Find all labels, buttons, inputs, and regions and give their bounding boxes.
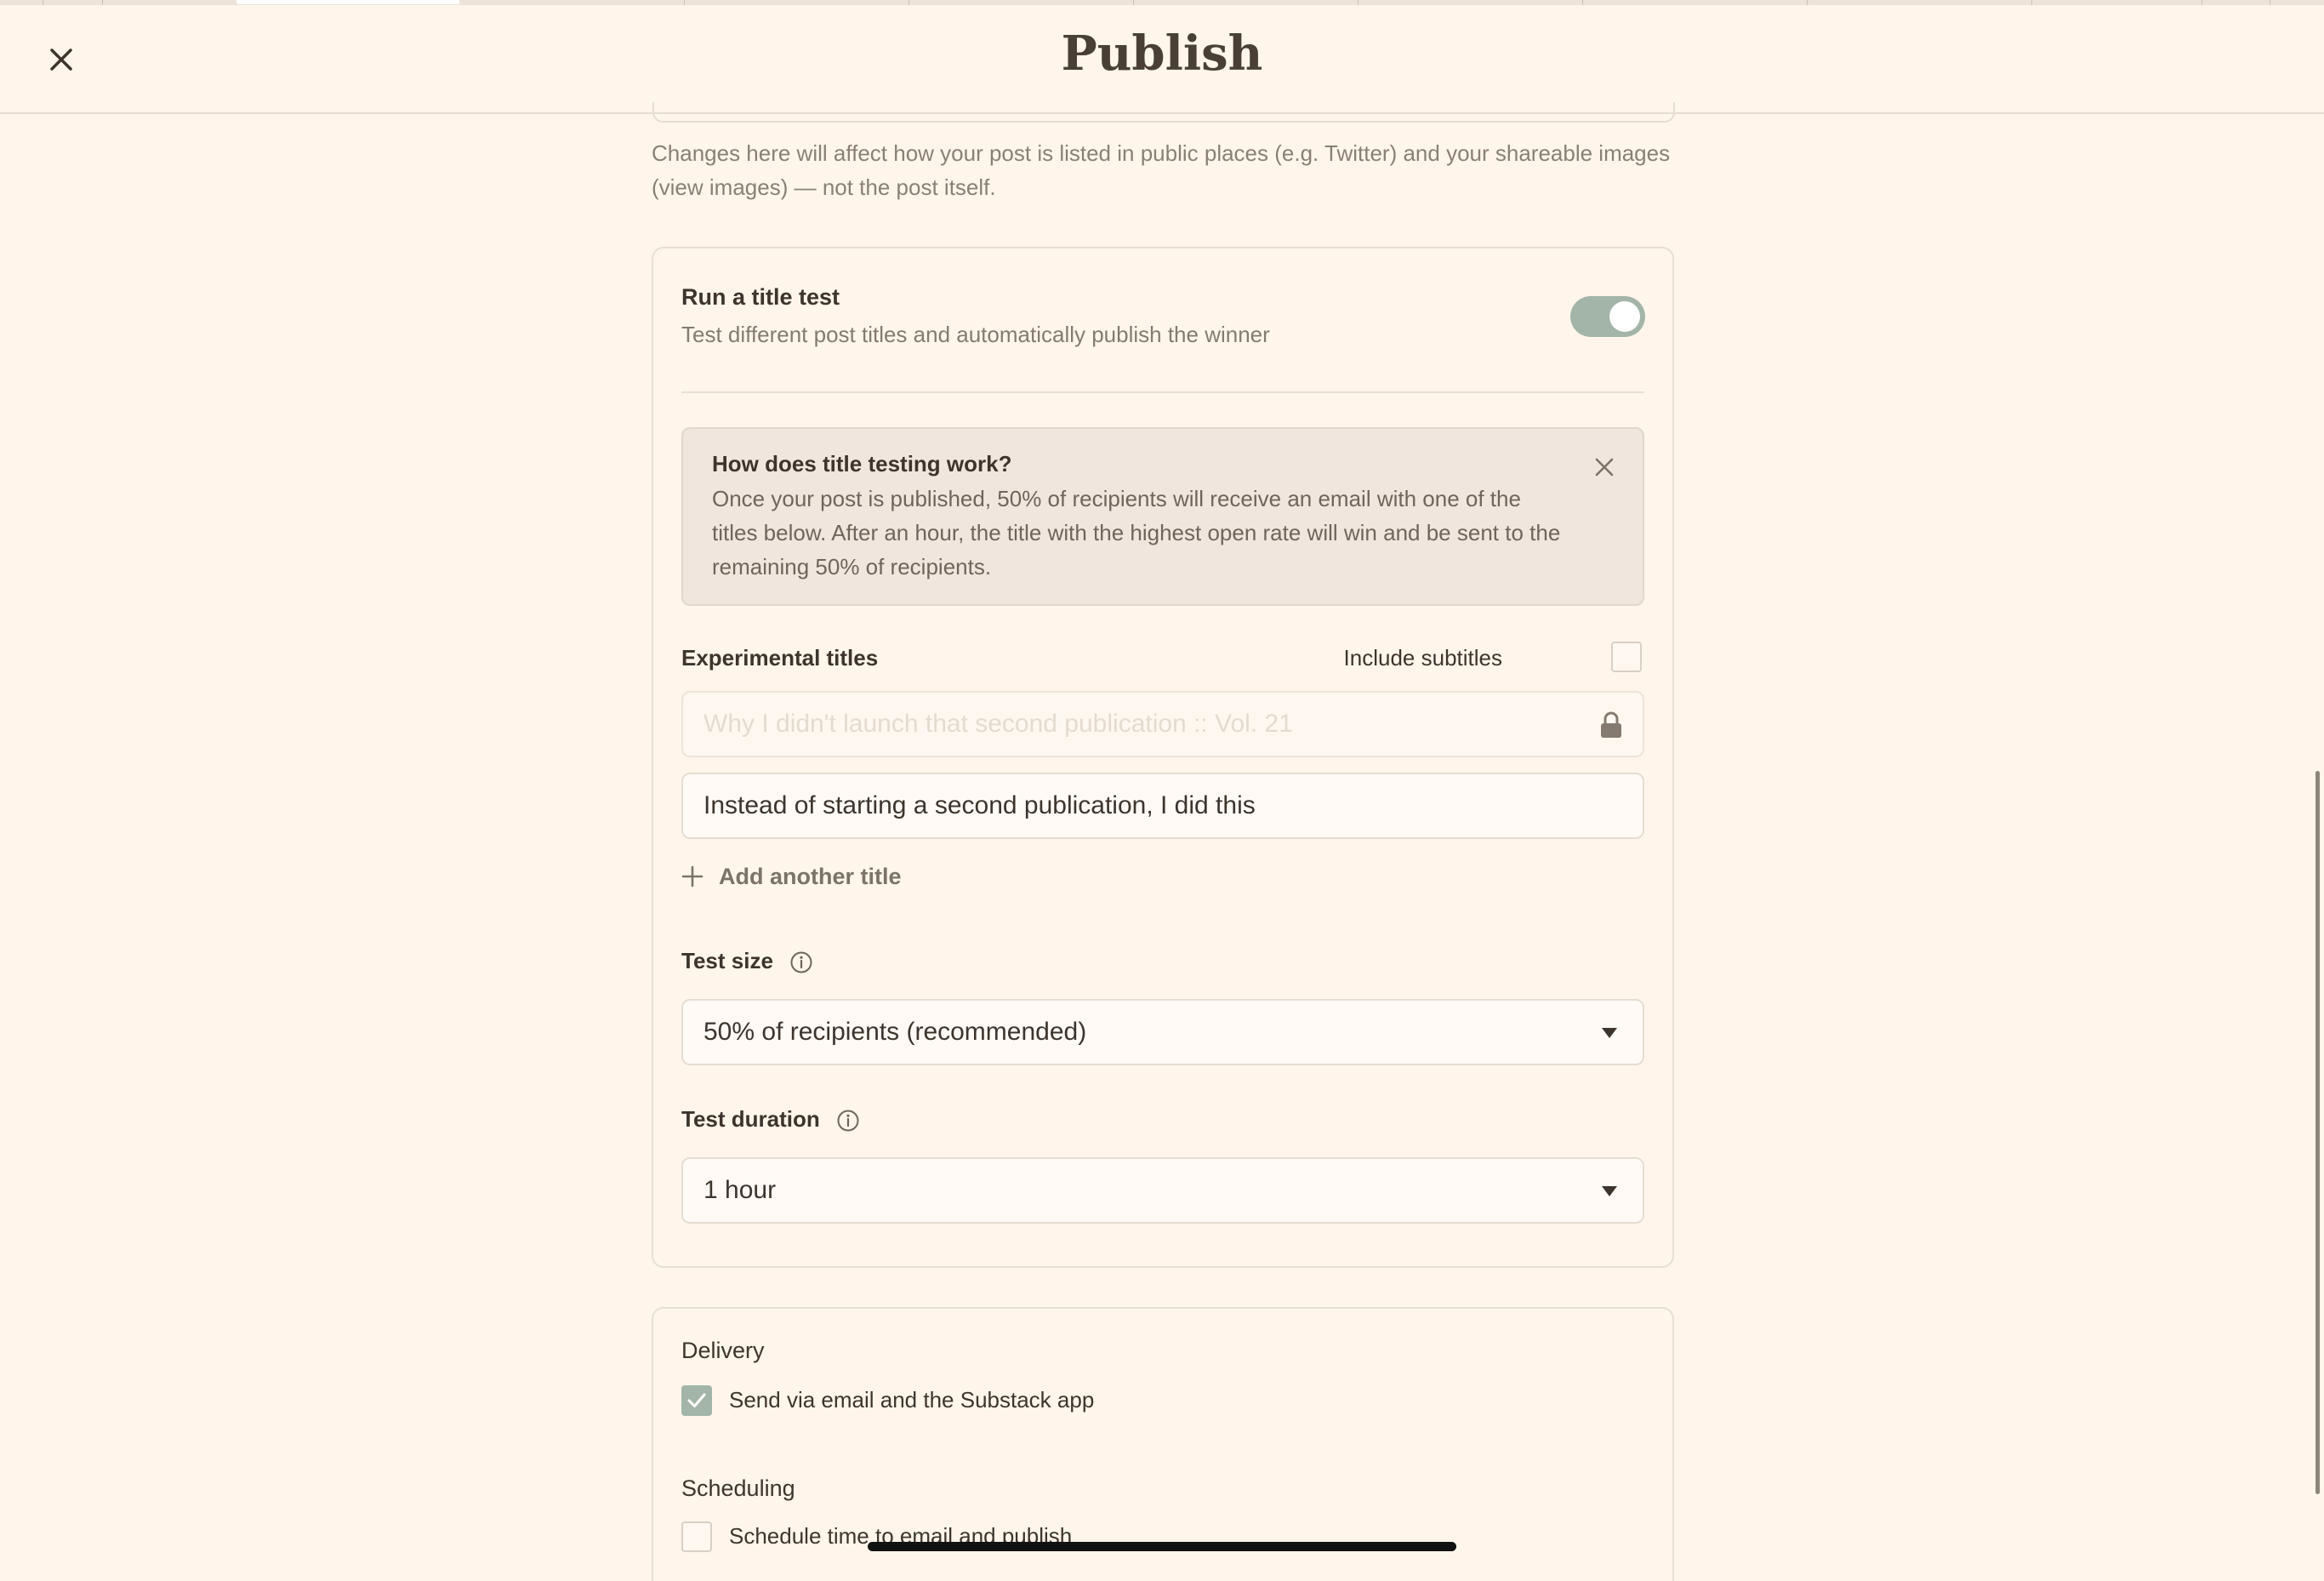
tab-active[interactable] [236, 0, 459, 4]
info-box-close-button[interactable] [1590, 453, 1619, 482]
include-subtitles-label: Include subtitles [1344, 645, 1502, 671]
send-email-label: Send via email and the Substack app [729, 1387, 1095, 1413]
add-another-title-label: Add another title [719, 863, 902, 889]
plus-icon [681, 865, 703, 888]
info-icon[interactable] [789, 950, 813, 974]
chevron-down-icon [1602, 1028, 1617, 1038]
test-duration-label-row: Test duration [681, 1106, 860, 1133]
info-icon[interactable] [836, 1109, 860, 1133]
experimental-title-input[interactable]: Instead of starting a second publication… [681, 773, 1644, 839]
title-test-toggle[interactable] [1570, 296, 1645, 337]
test-size-select[interactable]: 50% of recipients (recommended) [681, 999, 1644, 1065]
checkmark-icon [687, 1393, 706, 1407]
schedule-checkbox[interactable] [681, 1521, 712, 1552]
test-duration-label: Test duration [681, 1106, 820, 1132]
listing-note: Changes here will affect how your post i… [652, 140, 1671, 200]
test-size-label-row: Test size [681, 948, 813, 974]
experimental-titles-label: Experimental titles [681, 645, 879, 671]
lock-icon [1601, 711, 1621, 738]
info-box-body: Once your post is published, 50% of reci… [712, 486, 1561, 579]
publish-header: Publish [0, 5, 2324, 114]
info-box-title: How does title testing work? [712, 451, 1012, 477]
locked-title-input: Why I didn't launch that second publicat… [681, 691, 1644, 757]
scrollbar[interactable] [2315, 771, 2320, 1494]
locked-title-text: Why I didn't launch that second publicat… [703, 710, 1293, 738]
experimental-title-text: Instead of starting a second publication… [703, 791, 1256, 819]
delivery-heading: Delivery [681, 1338, 765, 1363]
send-email-checkbox[interactable] [681, 1385, 712, 1416]
delivery-card: Delivery Send via email and the Substack… [652, 1307, 1674, 1581]
test-duration-value: 1 hour [703, 1176, 777, 1204]
page-title: Publish [1061, 26, 1263, 82]
title-test-card: Run a title test Test different post tit… [652, 247, 1674, 1268]
close-icon [1595, 458, 1614, 477]
divider [681, 391, 1644, 393]
title-test-description: Test different post titles and automatic… [681, 322, 1270, 347]
add-another-title-button[interactable]: Add another title [681, 859, 902, 893]
toggle-knob [1609, 301, 1640, 332]
home-indicator [868, 1542, 1456, 1551]
scheduling-heading: Scheduling [681, 1475, 795, 1501]
test-duration-select[interactable]: 1 hour [681, 1157, 1644, 1224]
test-size-value: 50% of recipients (recommended) [703, 1018, 1087, 1046]
title-test-info-box: How does title testing work? Once your p… [681, 427, 1644, 606]
title-test-heading: Run a title test [681, 284, 840, 310]
previous-field-edge [652, 102, 1675, 123]
chevron-down-icon [1602, 1186, 1617, 1196]
include-subtitles-text: Include subtitles [1343, 645, 1502, 671]
test-size-label: Test size [681, 948, 773, 973]
include-subtitles-checkbox[interactable] [1611, 642, 1642, 672]
